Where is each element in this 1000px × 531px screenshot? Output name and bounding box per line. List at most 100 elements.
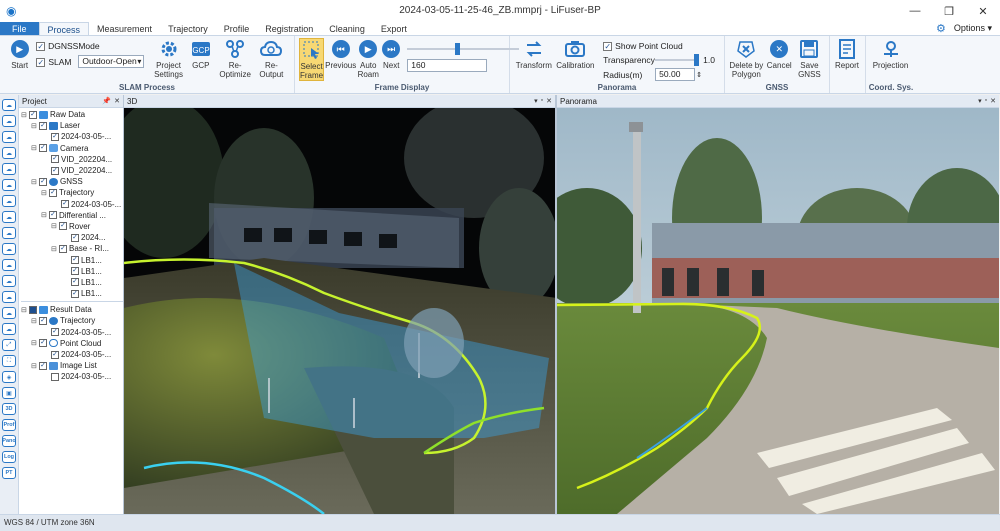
dropdown-icon[interactable]: ▾ (534, 97, 538, 105)
cancel-button[interactable]: ✕ Cancel (765, 38, 794, 70)
save-gnss-button[interactable]: Save GNSS (795, 38, 824, 79)
view-pt-button[interactable]: PT (2, 467, 16, 479)
view-panorama[interactable]: Panorama ▾ ▫ ✕ (557, 95, 999, 514)
cloud-icon[interactable]: ☁ (2, 147, 16, 159)
cube-icon[interactable]: ◈ (2, 371, 16, 383)
close-icon[interactable]: ✕ (546, 97, 552, 105)
cloud-icon[interactable]: ☁ (2, 99, 16, 111)
transparency-slider-thumb[interactable] (694, 54, 700, 66)
cloud-icon[interactable]: ☁ (2, 163, 16, 175)
radius-input[interactable]: 50.00 (655, 68, 696, 81)
tree-result-data[interactable]: ⊟ Result Data (21, 304, 123, 315)
tree-base-file[interactable]: ✓ LB1... (21, 266, 123, 277)
view-profile-button[interactable]: Prof (2, 419, 16, 431)
tree-video-file[interactable]: ✓ VID_202204... (21, 165, 123, 176)
cloud-icon[interactable]: ☁ (2, 307, 16, 319)
radius-spinner[interactable]: ⇕ (696, 71, 702, 79)
project-settings-button[interactable]: Project Settings (153, 38, 184, 79)
options-menu[interactable]: Options ▾ (954, 23, 992, 34)
point-cloud-canvas[interactable] (124, 108, 555, 514)
select-frame-button[interactable]: Select Frame (299, 38, 325, 81)
report-button[interactable]: Report (834, 38, 860, 70)
cloud-icon[interactable]: ☁ (2, 323, 16, 335)
cloud-icon[interactable]: ☁ (2, 259, 16, 271)
frame-input[interactable]: 160 (407, 59, 488, 72)
tree-image-list[interactable]: ⊟ ✓ Image List (21, 360, 123, 371)
cloud-icon[interactable]: ☁ (2, 179, 16, 191)
cloud-icon[interactable]: ☁ (2, 195, 16, 207)
cloud-icon[interactable]: ☁ (2, 275, 16, 287)
tree-trajectory[interactable]: ⊟ ✓ Trajectory (21, 187, 123, 198)
tab-profile[interactable]: Profile (216, 22, 258, 35)
tab-cleaning[interactable]: Cleaning (321, 22, 373, 35)
tree-result-trajectory-file[interactable]: ✓ 2024-03-05-... (21, 327, 123, 338)
tree-camera[interactable]: ⊟ ✓ Camera (21, 143, 123, 154)
gcp-button[interactable]: GCP GCP (185, 38, 216, 70)
cloud-icon[interactable]: ☁ (2, 243, 16, 255)
tree-laser-file[interactable]: ✓ 2024-03-05-... (21, 131, 123, 142)
view-pano-button[interactable]: Pano (2, 435, 16, 447)
tree-rover[interactable]: ⊟ ✓ Rover (21, 221, 123, 232)
tree-point-cloud-file[interactable]: ✓ 2024-03-05-... (21, 349, 123, 360)
cloud-icon[interactable]: ☁ (2, 131, 16, 143)
next-button[interactable]: ⏭ Next (380, 38, 402, 70)
dropdown-icon[interactable]: ▾ (978, 97, 982, 105)
previous-button[interactable]: ⏮ Previous (325, 38, 356, 70)
transparency-slider[interactable] (655, 54, 700, 66)
start-button[interactable]: ▶ Start (4, 38, 35, 70)
float-icon[interactable]: ▫ (541, 97, 543, 105)
gear-icon[interactable]: ⚙ (936, 22, 946, 35)
tree-trajectory-file[interactable]: ✓ 2024-03-05-... (21, 199, 123, 210)
tab-file[interactable]: File (0, 22, 39, 35)
delete-by-polygon-button[interactable]: Delete by Polygon (729, 38, 764, 79)
slam-checkbox[interactable]: ✓ SLAM (36, 57, 78, 67)
close-icon[interactable]: ✕ (114, 97, 120, 105)
tree-base-file[interactable]: ✓ LB1... (21, 277, 123, 288)
frame-slider-thumb[interactable] (455, 43, 461, 55)
auto-roam-button[interactable]: ▶ Auto Roam (357, 38, 379, 79)
image-icon[interactable]: ▣ (2, 387, 16, 399)
projection-button[interactable]: Projection (870, 38, 911, 70)
tab-measurement[interactable]: Measurement (89, 22, 160, 35)
panorama-scene[interactable] (557, 108, 999, 514)
tree-rover-file[interactable]: ✓ 2024... (21, 232, 123, 243)
tree-base[interactable]: ⊟ ✓ Base - RI... (21, 243, 123, 254)
tree-differential[interactable]: ⊟ ✓ Differential ... (21, 210, 123, 221)
transform-button[interactable]: Transform (514, 38, 554, 70)
mode-select[interactable]: Outdoor-Open (78, 55, 145, 68)
expand-icon[interactable]: ⤢ (2, 339, 16, 351)
cloud-icon[interactable]: ☁ (2, 211, 16, 223)
view-3d-button[interactable]: 3D (2, 403, 16, 415)
tree-point-cloud[interactable]: ⊟ ✓ Point Cloud (21, 338, 123, 349)
pin-icon[interactable]: 📌 (102, 97, 111, 105)
tree-gnss[interactable]: ⊟ ✓ GNSS (21, 176, 123, 187)
tree-result-trajectory[interactable]: ⊟ ✓ Trajectory (21, 315, 123, 326)
tree-base-file[interactable]: ✓ LB1... (21, 288, 123, 299)
frame-slider[interactable] (407, 43, 520, 55)
view-log-button[interactable]: Log (2, 451, 16, 463)
reoutput-button[interactable]: Re-Output (254, 38, 289, 79)
image-icon (49, 361, 58, 370)
tree-laser[interactable]: ⊟ ✓ Laser (21, 120, 123, 131)
dgnss-checkbox[interactable]: ✓ DGNSS (36, 41, 78, 51)
show-point-cloud-checkbox[interactable]: ✓ Show Point Cloud (603, 41, 720, 51)
tab-registration[interactable]: Registration (257, 22, 321, 35)
point-cloud-scene[interactable] (124, 108, 555, 514)
cloud-icon[interactable]: ☁ (2, 291, 16, 303)
calibration-button[interactable]: Calibration (555, 38, 597, 70)
tab-export[interactable]: Export (373, 22, 415, 35)
fit-view-icon[interactable]: ⛶ (2, 355, 16, 367)
float-icon[interactable]: ▫ (985, 97, 987, 105)
tree-raw-data[interactable]: ⊟ ✓ Raw Data (21, 109, 123, 120)
reoptimize-button[interactable]: Re-Optimize (218, 38, 253, 79)
tree-base-file[interactable]: ✓ LB1... (21, 254, 123, 265)
tab-process[interactable]: Process (38, 22, 90, 35)
cloud-icon[interactable]: ☁ (2, 227, 16, 239)
close-icon[interactable]: ✕ (990, 97, 996, 105)
tree-image-list-file[interactable]: 2024-03-05-... (21, 371, 123, 382)
panorama-canvas[interactable] (557, 108, 999, 514)
tree-video-file[interactable]: ✓ VID_202204... (21, 154, 123, 165)
view-3d[interactable]: 3D ▾ ▫ ✕ (124, 95, 557, 514)
cloud-icon[interactable]: ☁ (2, 115, 16, 127)
tab-trajectory[interactable]: Trajectory (160, 22, 216, 35)
